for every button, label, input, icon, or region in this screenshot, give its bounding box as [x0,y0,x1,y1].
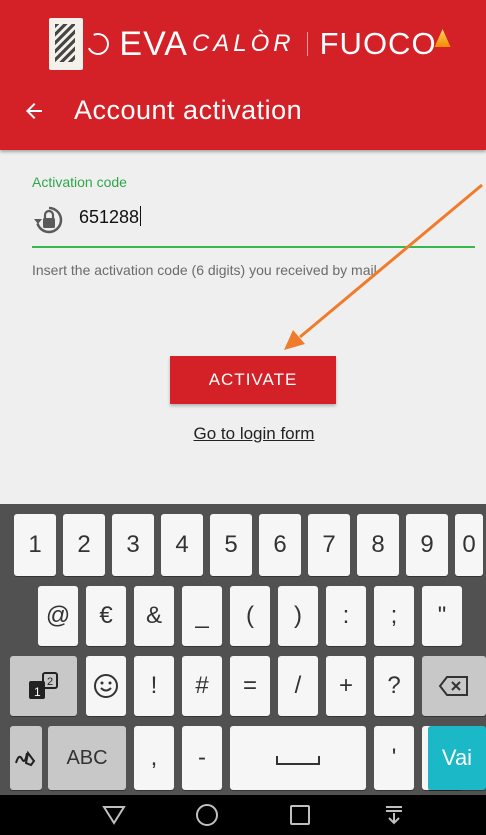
hide-keyboard-icon[interactable] [380,803,408,827]
brand-swirl-icon [84,29,113,59]
handwriting-icon [15,750,36,767]
key-3[interactable]: 3 [112,514,154,576]
brand-calor: CALÒR [191,30,295,57]
brand-fuoco-text: FUOCO [319,26,437,61]
key-hash[interactable]: # [182,656,222,716]
brand-eva: EVA [119,24,188,63]
key-comma[interactable]: , [134,726,174,790]
key-9[interactable]: 9 [406,514,448,576]
key-dash[interactable]: - [182,726,222,790]
back-triangle-svg [102,806,126,825]
key-2[interactable]: 2 [63,514,105,576]
lock-reset-svg [34,206,63,234]
emoji-key[interactable] [86,656,126,716]
key-8[interactable]: 8 [357,514,399,576]
enter-key[interactable]: Vai [428,726,486,790]
key-underscore[interactable]: _ [182,586,222,646]
key-apostrophe[interactable]: ' [374,726,414,790]
key-plus[interactable]: + [326,656,366,716]
flame-icon [434,29,451,47]
key-quote[interactable]: " [422,586,462,646]
smiley-icon [94,674,118,698]
helper-text: Insert the activation code (6 digits) yo… [32,262,377,278]
activation-code-value: 651288 [79,207,140,227]
arrow-left-icon[interactable] [22,96,46,126]
brand-badge [49,18,84,70]
key-slash[interactable]: / [278,656,318,716]
svg-text:1: 1 [34,685,41,699]
page-title: Account activation [74,95,303,125]
key-close-paren[interactable]: ) [278,586,318,646]
brand-fuoco: FUOCO [319,26,451,62]
symbols-page-key[interactable]: 1 2 [10,656,77,716]
space-icon [276,756,320,765]
brand-separator [306,32,308,56]
key-colon[interactable]: : [326,586,366,646]
key-4[interactable]: 4 [161,514,203,576]
key-at[interactable]: @ [38,586,78,646]
home-circle-icon[interactable] [193,803,221,827]
input-underline [32,246,475,248]
key-0[interactable]: 0 [455,514,483,576]
app-header: EVA CALÒR FUOCO Account activation [0,0,486,150]
activation-code-input[interactable]: 651288 [79,206,142,228]
key-6[interactable]: 6 [259,514,301,576]
key-1[interactable]: 1 [14,514,56,576]
activate-button[interactable]: ACTIVATE [170,356,336,404]
login-link[interactable]: Go to login form [184,424,324,444]
lock-reset-icon [32,203,66,237]
activation-code-label: Activation code [32,174,127,190]
handwriting-key[interactable] [10,726,42,790]
home-circle-svg [196,804,218,826]
key-open-paren[interactable]: ( [230,586,270,646]
brand-logo: EVA CALÒR FUOCO [0,14,486,74]
key-equals[interactable]: = [230,656,270,716]
recents-square-icon[interactable] [286,803,314,827]
recents-square-svg [290,805,310,825]
key-7[interactable]: 7 [308,514,350,576]
abc-key[interactable]: ABC [48,726,126,790]
arrow-left-svg [26,103,42,119]
key-question[interactable]: ? [374,656,414,716]
symbols-page-icon: 1 2 [28,672,58,699]
space-key[interactable] [230,726,366,790]
key-semicolon[interactable]: ; [374,586,414,646]
soft-keyboard: 1 2 3 4 5 6 7 8 9 0 @ € & _ ( ) : ; " 1 … [0,504,486,795]
back-triangle-icon[interactable] [100,803,128,827]
key-ampersand[interactable]: & [134,586,174,646]
key-euro[interactable]: € [86,586,126,646]
text-caret [140,206,142,226]
system-navbar [0,795,486,835]
hide-keyboard-svg [386,806,402,825]
backspace-key[interactable] [422,656,486,716]
svg-text:2: 2 [47,676,53,688]
key-5[interactable]: 5 [210,514,252,576]
backspace-icon [438,676,468,696]
key-exclamation[interactable]: ! [134,656,174,716]
